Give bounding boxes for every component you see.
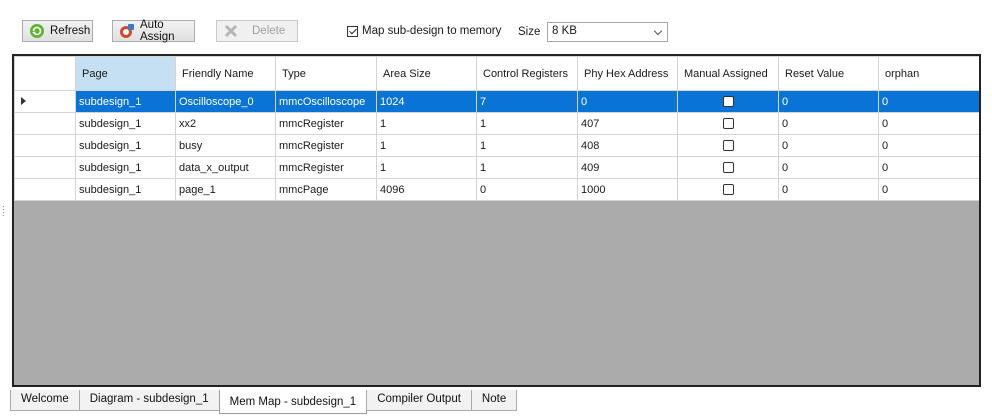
cell-phy-hex-address[interactable]: 0 [577, 90, 678, 113]
cell-reset-value[interactable]: 0 [778, 90, 879, 113]
tab-note[interactable]: Note [470, 390, 518, 411]
cell-phy-hex-address[interactable]: 409 [577, 156, 678, 179]
cell-area-size[interactable]: 4096 [376, 178, 477, 201]
cell-area-size[interactable]: 1 [376, 134, 477, 157]
cell-orphan[interactable]: 0 [878, 178, 979, 201]
checkbox-icon[interactable] [347, 25, 358, 37]
refresh-label: Refresh [50, 25, 91, 37]
cell-type[interactable]: mmcRegister [275, 156, 377, 179]
cell-manual-assigned[interactable] [677, 156, 779, 179]
cell-area-size[interactable]: 1024 [376, 90, 477, 113]
cell-control-registers[interactable]: 1 [476, 134, 578, 157]
refresh-button[interactable]: Refresh [22, 20, 93, 42]
cell-page[interactable]: subdesign_1 [75, 178, 176, 201]
header-row: Page Friendly Name Type Area Size Contro… [14, 56, 979, 91]
cell-page[interactable]: subdesign_1 [75, 134, 176, 157]
manual-assigned-checkbox[interactable] [722, 184, 734, 196]
toolbar: Refresh Auto Assign Delete Map sub-desig… [0, 0, 992, 48]
tab-diagram[interactable]: Diagram - subdesign_1 [78, 390, 220, 411]
row-header[interactable] [14, 156, 76, 179]
splitter-grip[interactable]: · · · · [2, 203, 5, 220]
row-header[interactable] [14, 134, 76, 157]
table-row[interactable]: subdesign_1 Oscilloscope_0 mmcOscillosco… [14, 90, 979, 113]
column-header-reset-value[interactable]: Reset Value [778, 56, 879, 91]
manual-assigned-checkbox[interactable] [722, 140, 734, 152]
cell-page[interactable]: subdesign_1 [75, 156, 176, 179]
cell-page[interactable]: subdesign_1 [75, 90, 176, 113]
column-header-manual-assigned[interactable]: Manual Assigned [677, 56, 779, 91]
cell-friendly-name[interactable]: busy [175, 134, 276, 157]
auto-assign-label: Auto Assign [140, 19, 175, 43]
memory-map-grid: Page Friendly Name Type Area Size Contro… [12, 54, 981, 387]
cell-orphan[interactable]: 0 [878, 156, 979, 179]
cell-manual-assigned[interactable] [677, 112, 779, 135]
cell-area-size[interactable]: 1 [376, 112, 477, 135]
cell-type[interactable]: mmcRegister [275, 134, 377, 157]
cell-type[interactable]: mmcPage [275, 178, 377, 201]
cell-friendly-name[interactable]: page_1 [175, 178, 276, 201]
cell-orphan[interactable]: 0 [878, 134, 979, 157]
table-row[interactable]: subdesign_1 page_1 mmcPage 4096 0 1000 0… [14, 178, 979, 201]
manual-assigned-checkbox[interactable] [722, 96, 734, 108]
cell-manual-assigned[interactable] [677, 90, 779, 113]
cell-orphan[interactable]: 0 [878, 112, 979, 135]
column-header-orphan[interactable]: orphan [878, 56, 979, 91]
auto-assign-icon [119, 23, 135, 39]
cell-friendly-name[interactable]: data_x_output [175, 156, 276, 179]
cell-page[interactable]: subdesign_1 [75, 112, 176, 135]
cell-manual-assigned[interactable] [677, 134, 779, 157]
manual-assigned-checkbox[interactable] [722, 118, 734, 130]
cell-phy-hex-address[interactable]: 407 [577, 112, 678, 135]
table-row[interactable]: subdesign_1 xx2 mmcRegister 1 1 407 0 0 [14, 112, 979, 135]
tab-welcome[interactable]: Welcome [10, 390, 80, 411]
cell-phy-hex-address[interactable]: 408 [577, 134, 678, 157]
delete-label: Delete [252, 25, 286, 37]
refresh-icon [29, 23, 45, 39]
cell-phy-hex-address[interactable]: 1000 [577, 178, 678, 201]
cell-reset-value[interactable]: 0 [778, 112, 879, 135]
row-header-corner[interactable] [14, 56, 76, 91]
size-label: Size [518, 26, 541, 38]
cell-manual-assigned[interactable] [677, 178, 779, 201]
current-row-icon [21, 96, 26, 105]
table-row[interactable]: subdesign_1 data_x_output mmcRegister 1 … [14, 156, 979, 179]
row-header[interactable] [14, 112, 76, 135]
map-subdesign-checkbox[interactable]: Map sub-design to memory [347, 25, 501, 37]
cell-reset-value[interactable]: 0 [778, 156, 879, 179]
grid-body: subdesign_1 Oscilloscope_0 mmcOscillosco… [14, 90, 979, 201]
row-header[interactable] [14, 90, 76, 113]
cell-orphan[interactable]: 0 [878, 90, 979, 113]
cell-type[interactable]: mmcRegister [275, 112, 377, 135]
tab-compiler-output[interactable]: Compiler Output [366, 390, 472, 411]
cell-reset-value[interactable]: 0 [778, 178, 879, 201]
delete-button[interactable]: Delete [216, 20, 298, 42]
column-header-control-registers[interactable]: Control Registers [476, 56, 578, 91]
cell-control-registers[interactable]: 1 [476, 112, 578, 135]
delete-icon [223, 23, 239, 39]
row-header[interactable] [14, 178, 76, 201]
tab-mem-map[interactable]: Mem Map - subdesign_1 [218, 390, 368, 414]
auto-assign-button[interactable]: Auto Assign [112, 19, 195, 43]
document-tabs: Welcome Diagram - subdesign_1 Mem Map - … [10, 390, 518, 414]
cell-control-registers[interactable]: 7 [476, 90, 578, 113]
size-dropdown[interactable]: 8 KB [547, 22, 668, 42]
manual-assigned-checkbox[interactable] [722, 162, 734, 174]
map-subdesign-label: Map sub-design to memory [362, 25, 502, 37]
column-header-area-size[interactable]: Area Size [376, 56, 477, 91]
cell-type[interactable]: mmcOscilloscope [275, 90, 377, 113]
column-header-page[interactable]: Page [75, 56, 176, 91]
table-row[interactable]: subdesign_1 busy mmcRegister 1 1 408 0 0 [14, 134, 979, 157]
cell-area-size[interactable]: 1 [376, 156, 477, 179]
cell-control-registers[interactable]: 0 [476, 178, 578, 201]
cell-friendly-name[interactable]: xx2 [175, 112, 276, 135]
column-header-friendly-name[interactable]: Friendly Name [175, 56, 276, 91]
cell-reset-value[interactable]: 0 [778, 134, 879, 157]
cell-control-registers[interactable]: 1 [476, 156, 578, 179]
size-value: 8 KB [552, 25, 577, 37]
column-header-type[interactable]: Type [275, 56, 377, 91]
cell-friendly-name[interactable]: Oscilloscope_0 [175, 90, 276, 113]
memory-map-table: Page Friendly Name Type Area Size Contro… [14, 56, 979, 201]
chevron-down-icon [653, 26, 663, 36]
column-header-phy-hex-address[interactable]: Phy Hex Address [577, 56, 678, 91]
